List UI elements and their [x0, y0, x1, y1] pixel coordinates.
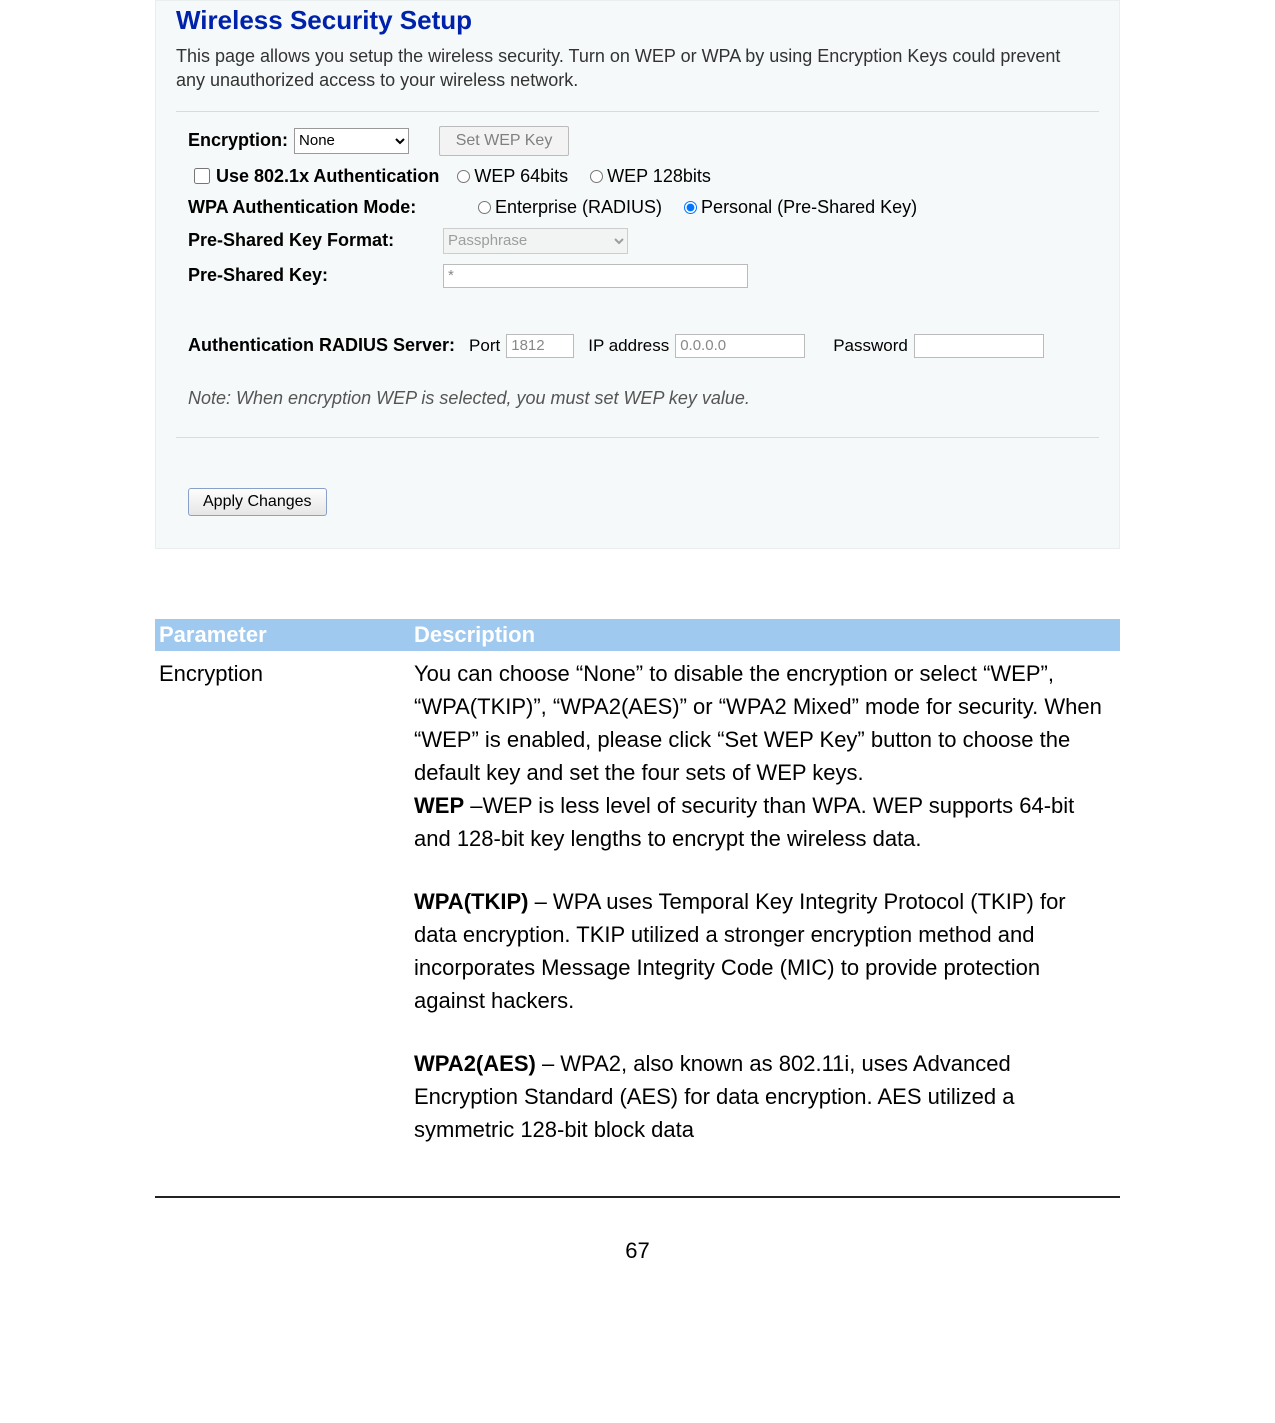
use-8021x-label: Use 802.1x Authentication [216, 166, 439, 187]
table-row: Encryption You can choose “None” to disa… [155, 657, 1120, 1146]
wep128-option[interactable]: WEP 128bits [590, 166, 711, 187]
psk-format-select[interactable]: Passphrase [443, 228, 628, 254]
ip-address-input[interactable] [675, 334, 805, 358]
wep64-radio[interactable] [457, 170, 470, 183]
parameter-table: Parameter Description Encryption You can… [155, 619, 1120, 1146]
header-description: Description [414, 622, 1120, 648]
wep-text: –WEP is less level of security than WPA.… [414, 793, 1074, 851]
port-input[interactable] [506, 334, 574, 358]
ip-address-label: IP address [588, 336, 669, 356]
wep128-label: WEP 128bits [607, 166, 711, 186]
port-label: Port [469, 336, 500, 356]
wep64-label: WEP 64bits [474, 166, 568, 186]
footer-divider [155, 1196, 1120, 1198]
desc-main-text: You can choose “None” to disable the enc… [414, 661, 1102, 785]
table-header-row: Parameter Description [155, 619, 1120, 651]
wep64-option[interactable]: WEP 64bits [457, 166, 568, 187]
wpa-tkip-bold: WPA(TKIP) [414, 889, 528, 914]
panel-title: Wireless Security Setup [170, 1, 1105, 44]
personal-label: Personal (Pre-Shared Key) [701, 197, 917, 217]
psk-format-label: Pre-Shared Key Format: [188, 230, 443, 251]
psk-label: Pre-Shared Key: [188, 265, 443, 286]
enterprise-label: Enterprise (RADIUS) [495, 197, 662, 217]
password-input[interactable] [914, 334, 1044, 358]
enterprise-option[interactable]: Enterprise (RADIUS) [478, 197, 662, 218]
cell-parameter: Encryption [155, 657, 414, 1146]
cell-description: You can choose “None” to disable the enc… [414, 657, 1120, 1146]
page-number: 67 [0, 1238, 1275, 1264]
wpa2-aes-bold: WPA2(AES) [414, 1051, 536, 1076]
enterprise-radio[interactable] [478, 201, 491, 214]
wep-bold: WEP [414, 793, 464, 818]
wireless-security-panel: Wireless Security Setup This page allows… [155, 0, 1120, 549]
header-parameter: Parameter [155, 622, 414, 648]
divider [176, 111, 1099, 112]
wpa-auth-label: WPA Authentication Mode: [188, 197, 478, 218]
wep128-radio[interactable] [590, 170, 603, 183]
psk-input[interactable] [443, 264, 748, 288]
use-8021x-checkbox[interactable] [194, 168, 210, 184]
encryption-select[interactable]: None [294, 128, 409, 154]
personal-radio[interactable] [684, 201, 697, 214]
apply-changes-button[interactable]: Apply Changes [188, 488, 327, 516]
divider-2 [176, 437, 1099, 438]
password-label: Password [833, 336, 908, 356]
radius-server-label: Authentication RADIUS Server: [188, 335, 455, 356]
personal-option[interactable]: Personal (Pre-Shared Key) [684, 197, 917, 218]
panel-intro: This page allows you setup the wireless … [170, 44, 1105, 93]
encryption-label: Encryption: [188, 130, 288, 151]
set-wep-key-button[interactable]: Set WEP Key [439, 126, 569, 156]
wep-note: Note: When encryption WEP is selected, y… [188, 388, 1105, 409]
